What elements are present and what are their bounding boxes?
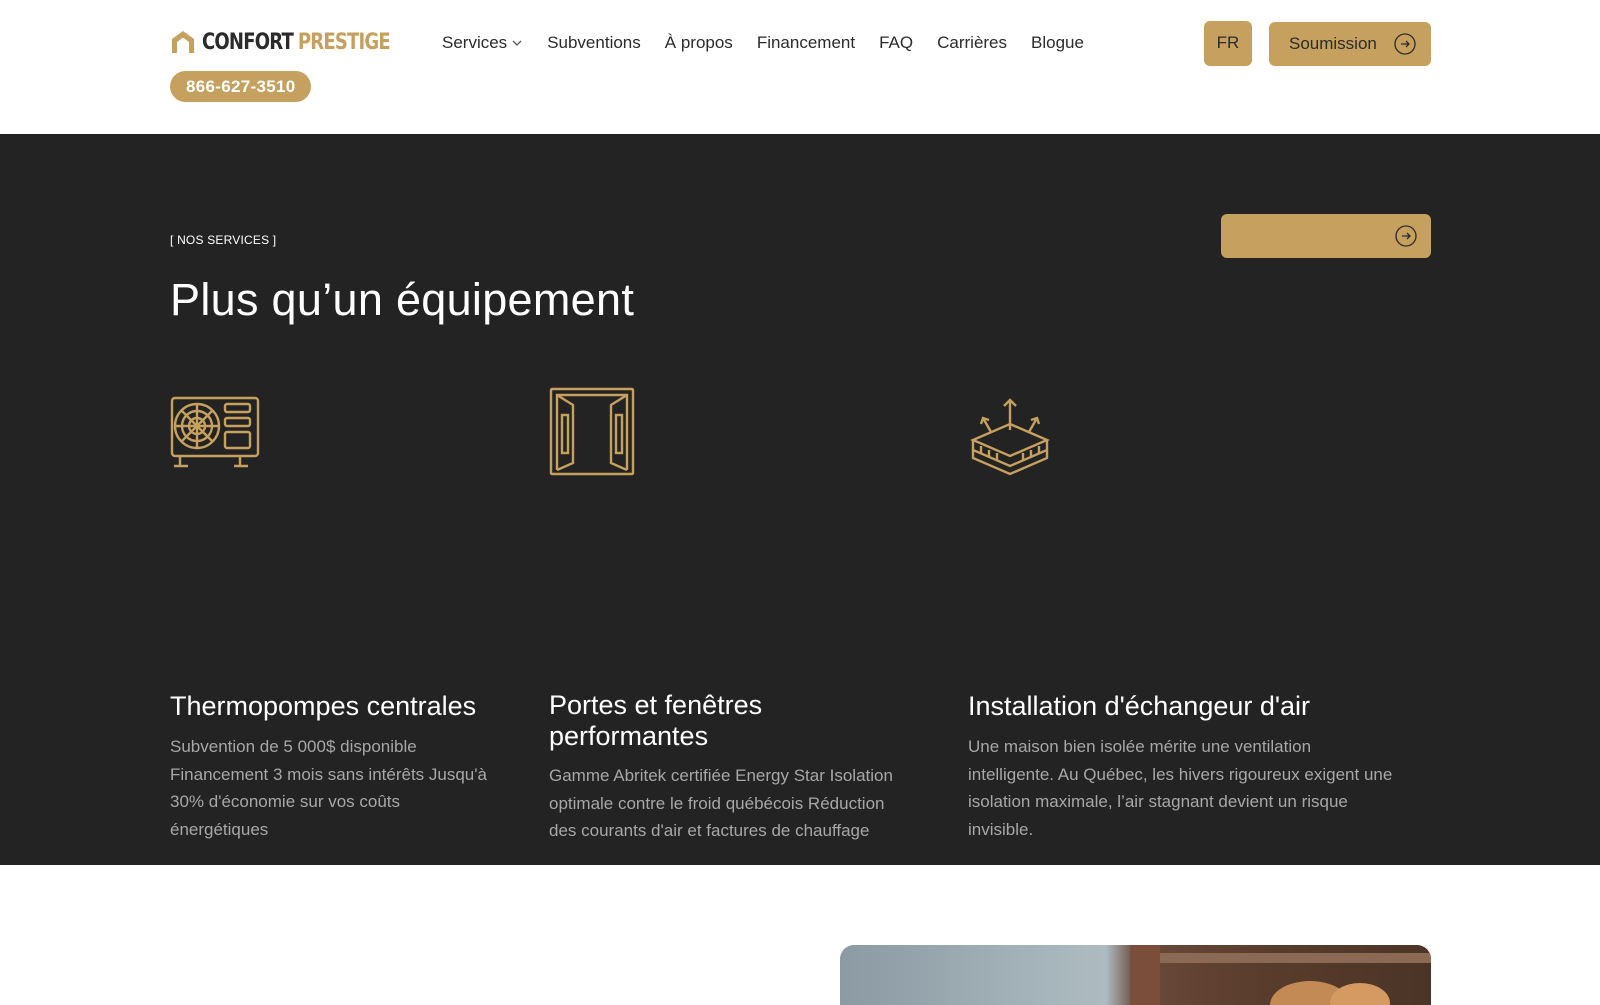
- site-header: CONFORT PRESTIGE 866-627-3510 Services S…: [0, 0, 1600, 134]
- link-label: Portes & fenêtres Abritek: [549, 896, 753, 915]
- title-line: Portes et fenêtres: [549, 690, 763, 720]
- nav-item-subventions[interactable]: Subventions: [547, 33, 641, 53]
- description-line: des courants d'air et factures de chauff…: [549, 821, 870, 840]
- chevron-down-icon: [512, 40, 522, 46]
- arrow-right-icon: [1104, 897, 1125, 911]
- description-line: isolation maximale, l’air stagnant devie…: [968, 792, 1348, 811]
- quote-button-label: Soumission: [1289, 34, 1377, 53]
- door-window-icon: [549, 387, 635, 476]
- nav-label: Financement: [756, 33, 856, 52]
- nav-item-faq[interactable]: FAQ: [879, 33, 913, 53]
- nav-label: Blogue: [1031, 33, 1084, 52]
- language-button[interactable]: FR: [1204, 21, 1252, 66]
- description-line: énergétiques: [170, 819, 269, 839]
- service-link-air-exchanger[interactable]: Échangeur d'air: [968, 894, 1126, 914]
- main-nav: Services Subventions À propos Financemen…: [442, 30, 1108, 56]
- link-label: Avoir une thermopompe: [170, 894, 366, 913]
- nav-item-financement[interactable]: Financement: [757, 33, 855, 53]
- card-title: Portes et fenêtres performantes: [549, 690, 969, 752]
- heat-pump-icon: [170, 396, 260, 468]
- insulation-layers-icon: [969, 398, 1051, 476]
- arrow-right-icon: [374, 897, 395, 911]
- arrow-circle-icon: [1395, 225, 1417, 247]
- services-section: [ NOS SERVICES ] Plus qu’un équipement T…: [0, 134, 1600, 915]
- phone-badge[interactable]: 866-627-3510: [170, 71, 312, 102]
- photo-placeholder: [840, 945, 1431, 1005]
- house-logo-icon: [172, 31, 194, 53]
- description-line: intelligente. Au Québec, les hivers rigo…: [968, 764, 1393, 784]
- link-label: Échangeur d'air: [968, 894, 1096, 913]
- arrow-circle-icon: [1394, 33, 1416, 55]
- card-description: Une maison bien isolée mérite une ventil…: [968, 733, 1438, 843]
- service-link-doors-windows[interactable]: Portes & fenêtres Abritek: [549, 896, 782, 916]
- nav-item-blogue[interactable]: Blogue: [1031, 33, 1084, 53]
- description-line: 30% d'économie sur vos coûts: [170, 792, 401, 811]
- section-eyebrow: [ NOS SERVICES ]: [170, 233, 277, 247]
- nav-item-carrieres[interactable]: Carrières: [937, 33, 1007, 53]
- quote-button[interactable]: Soumission: [1269, 22, 1431, 66]
- nav-item-a-propos[interactable]: À propos: [665, 33, 733, 53]
- nav-label: Subventions: [547, 33, 641, 52]
- worker-photo: [840, 945, 1431, 1005]
- card-title: Installation d'échangeur d'air: [968, 691, 1311, 721]
- logo-word-1: CONFORT: [202, 29, 294, 55]
- nav-label: Services: [442, 33, 508, 52]
- card-description: Gamme Abritek certifiée Energy Star Isol…: [549, 762, 939, 845]
- card-title: Thermopompes centrales: [170, 691, 477, 721]
- service-link-heat-pump[interactable]: Avoir une thermopompe: [170, 894, 396, 914]
- nav-label: Carrières: [937, 33, 1008, 52]
- nav-label: À propos: [664, 33, 733, 52]
- logo[interactable]: CONFORT PRESTIGE: [170, 27, 431, 57]
- description-line: optimale contre le froid québécois Réduc…: [549, 793, 885, 813]
- logo-text: CONFORT PRESTIGE: [202, 29, 391, 55]
- arrow-right-icon: [761, 899, 782, 913]
- section-title: Plus qu’un équipement: [170, 274, 635, 325]
- card-description: Subvention de 5 000$ disponible Financem…: [170, 733, 520, 843]
- nav-label: FAQ: [879, 33, 914, 52]
- section-action-button[interactable]: [1221, 214, 1431, 258]
- description-line: Une maison bien isolée mérite une ventil…: [968, 737, 1312, 756]
- description-line: Subvention de 5 000$ disponible: [170, 737, 417, 756]
- description-line: Gamme Abritek certifiée Energy Star Isol…: [549, 766, 893, 785]
- title-line: performantes: [549, 721, 709, 751]
- description-line: Financement 3 mois sans intérêts Jusqu'à: [170, 764, 487, 784]
- logo-word-2: PRESTIGE: [297, 29, 391, 55]
- nav-item-services[interactable]: Services: [442, 33, 523, 53]
- description-line: invisible.: [968, 819, 1034, 839]
